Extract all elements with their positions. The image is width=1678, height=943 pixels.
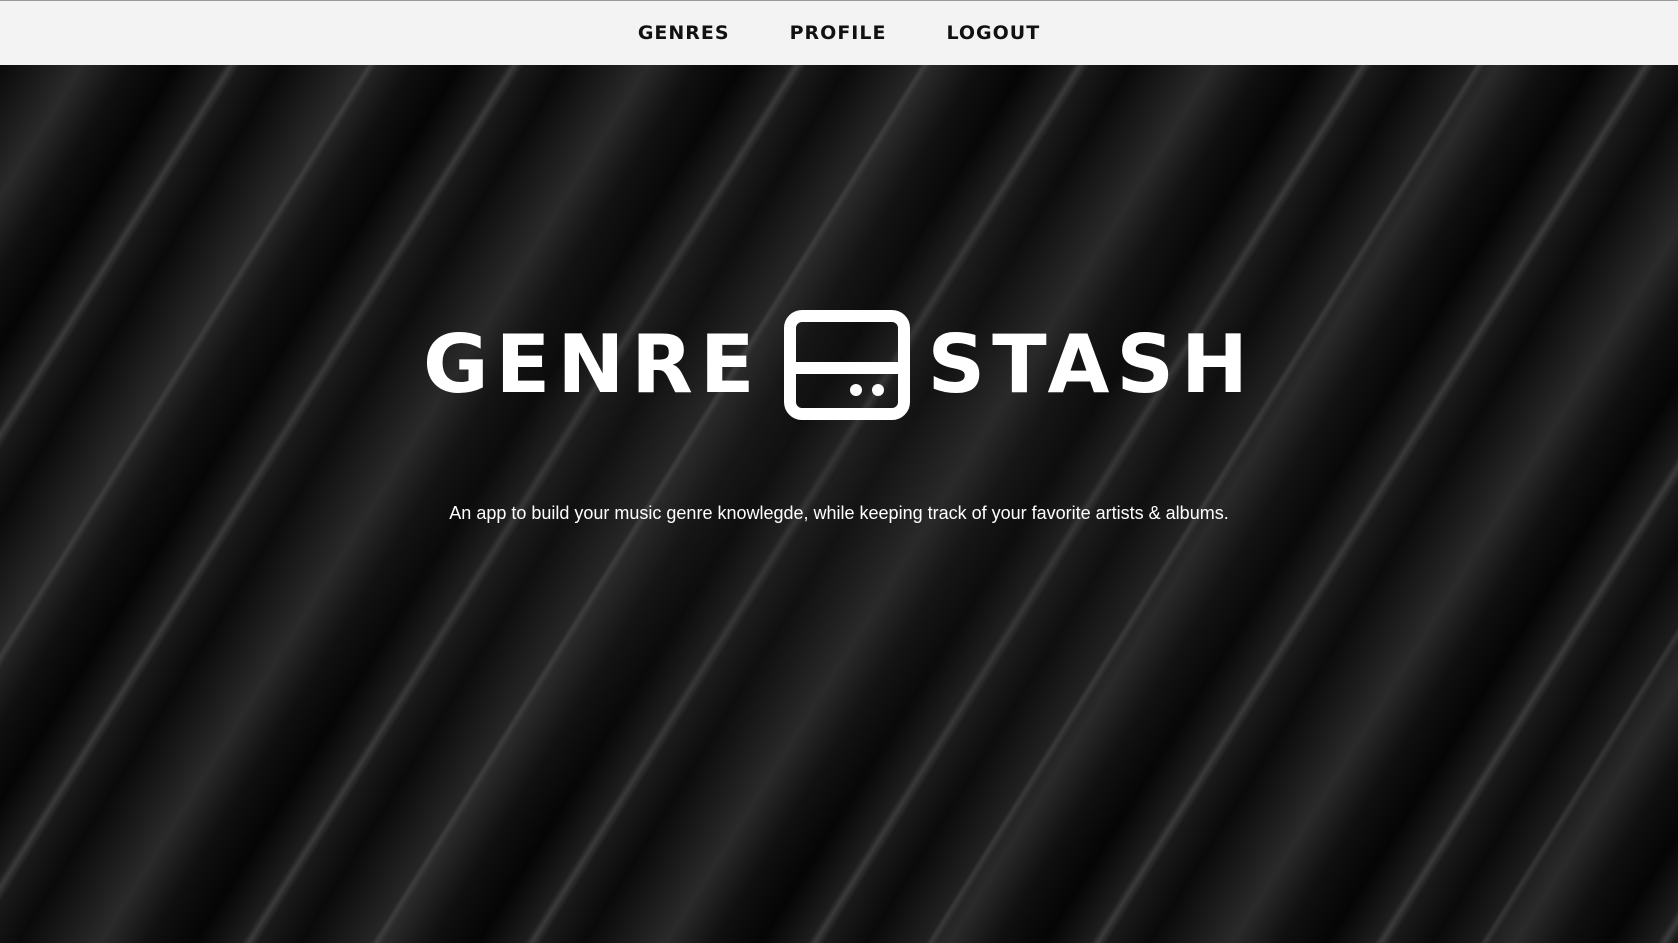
- nav-link-profile[interactable]: PROFILE: [790, 22, 887, 44]
- top-navbar: GENRES PROFILE LOGOUT: [0, 0, 1678, 65]
- nav-link-logout[interactable]: LOGOUT: [946, 22, 1040, 44]
- logo-word-genre: GENRE: [423, 318, 762, 411]
- app-logo: GENRE STASH: [0, 310, 1678, 420]
- logo-word-stash: STASH: [927, 318, 1255, 411]
- hero-section: GENRE STASH An app to build your music g…: [0, 65, 1678, 943]
- hard-drive-icon: [783, 310, 910, 420]
- hero-tagline: An app to build your music genre knowleg…: [449, 503, 1229, 523]
- nav-links: GENRES PROFILE LOGOUT: [638, 22, 1040, 44]
- nav-link-genres[interactable]: GENRES: [638, 22, 730, 44]
